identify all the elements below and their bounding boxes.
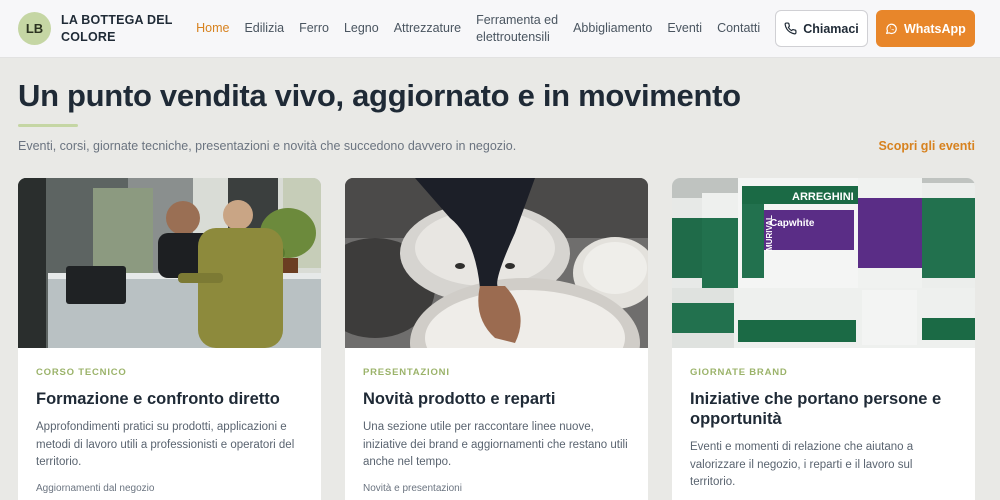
presentation-photo (345, 178, 648, 348)
card-title: Formazione e confronto diretto (36, 390, 280, 408)
nav-ferro[interactable]: Ferro (299, 20, 329, 37)
brand-name: LA BOTTEGA DEL COLORE (61, 12, 173, 44)
brand-photo: ARREGHINI Capwhite MURIVAL (672, 178, 975, 348)
call-label: Chiamaci (803, 21, 859, 36)
events-link[interactable]: Scopri gli eventi (878, 139, 975, 153)
whatsapp-icon (886, 23, 897, 34)
card-title: Iniziative che portano persone e opportu… (690, 390, 942, 428)
event-cards: CORSO TECNICO Formazione e confronto dir… (18, 178, 975, 500)
nav-abbigliamento[interactable]: Abbigliamento (573, 20, 652, 37)
brand-name-label: ARREGHINI (792, 191, 854, 203)
title-underline (18, 124, 78, 127)
site-header: LB LA BOTTEGA DEL COLORE Home Edilizia F… (0, 0, 1000, 58)
section-subtitle: Eventi, corsi, giornate tecniche, presen… (18, 139, 517, 153)
whatsapp-button[interactable]: WhatsApp (875, 10, 975, 47)
card-footer: Novità e presentazioni (363, 482, 462, 494)
card-tag: GIORNATE BRAND (690, 367, 788, 378)
course-photo (18, 178, 321, 348)
card-tag: CORSO TECNICO (36, 367, 127, 378)
card-text: Eventi e momenti di relazione che aiutan… (690, 441, 914, 488)
product-line-label: MURIVAL (765, 215, 774, 251)
event-card-presentations[interactable]: PRESENTAZIONI Novità prodotto e reparti … (345, 178, 648, 500)
card-tag: PRESENTAZIONI (363, 367, 450, 378)
section-title: Un punto vendita vivo, aggiornato e in m… (18, 78, 741, 113)
nav-attrezzature[interactable]: Attrezzature (394, 20, 461, 37)
card-text: Approfondimenti pratici su prodotti, app… (36, 421, 295, 468)
logo-badge: LB (18, 12, 51, 45)
main-nav: Home Edilizia Ferro Legno Attrezzature F… (196, 12, 775, 46)
call-button[interactable]: Chiamaci (775, 10, 868, 47)
events-section: Un punto vendita vivo, aggiornato e in m… (0, 58, 1000, 500)
nav-ferramenta[interactable]: Ferramenta ed elettroutensili (476, 12, 558, 46)
brand-logo[interactable]: LB LA BOTTEGA DEL COLORE (18, 12, 186, 46)
card-title: Novità prodotto e reparti (363, 390, 556, 408)
phone-icon (784, 22, 797, 35)
nav-contatti[interactable]: Contatti (717, 20, 760, 37)
nav-home[interactable]: Home (196, 20, 229, 37)
event-card-course[interactable]: CORSO TECNICO Formazione e confronto dir… (18, 178, 321, 500)
nav-legno[interactable]: Legno (344, 20, 379, 37)
card-text: Una sezione utile per raccontare linee n… (363, 421, 628, 468)
nav-eventi[interactable]: Eventi (667, 20, 702, 37)
nav-edilizia[interactable]: Edilizia (244, 20, 284, 37)
event-card-brand-days[interactable]: ARREGHINI Capwhite MURIVAL GIORNATE BRAN… (672, 178, 975, 500)
whatsapp-label: WhatsApp (904, 21, 966, 36)
card-footer: Aggiornamenti dal negozio (36, 482, 155, 494)
product-name-label: Capwhite (770, 218, 815, 229)
